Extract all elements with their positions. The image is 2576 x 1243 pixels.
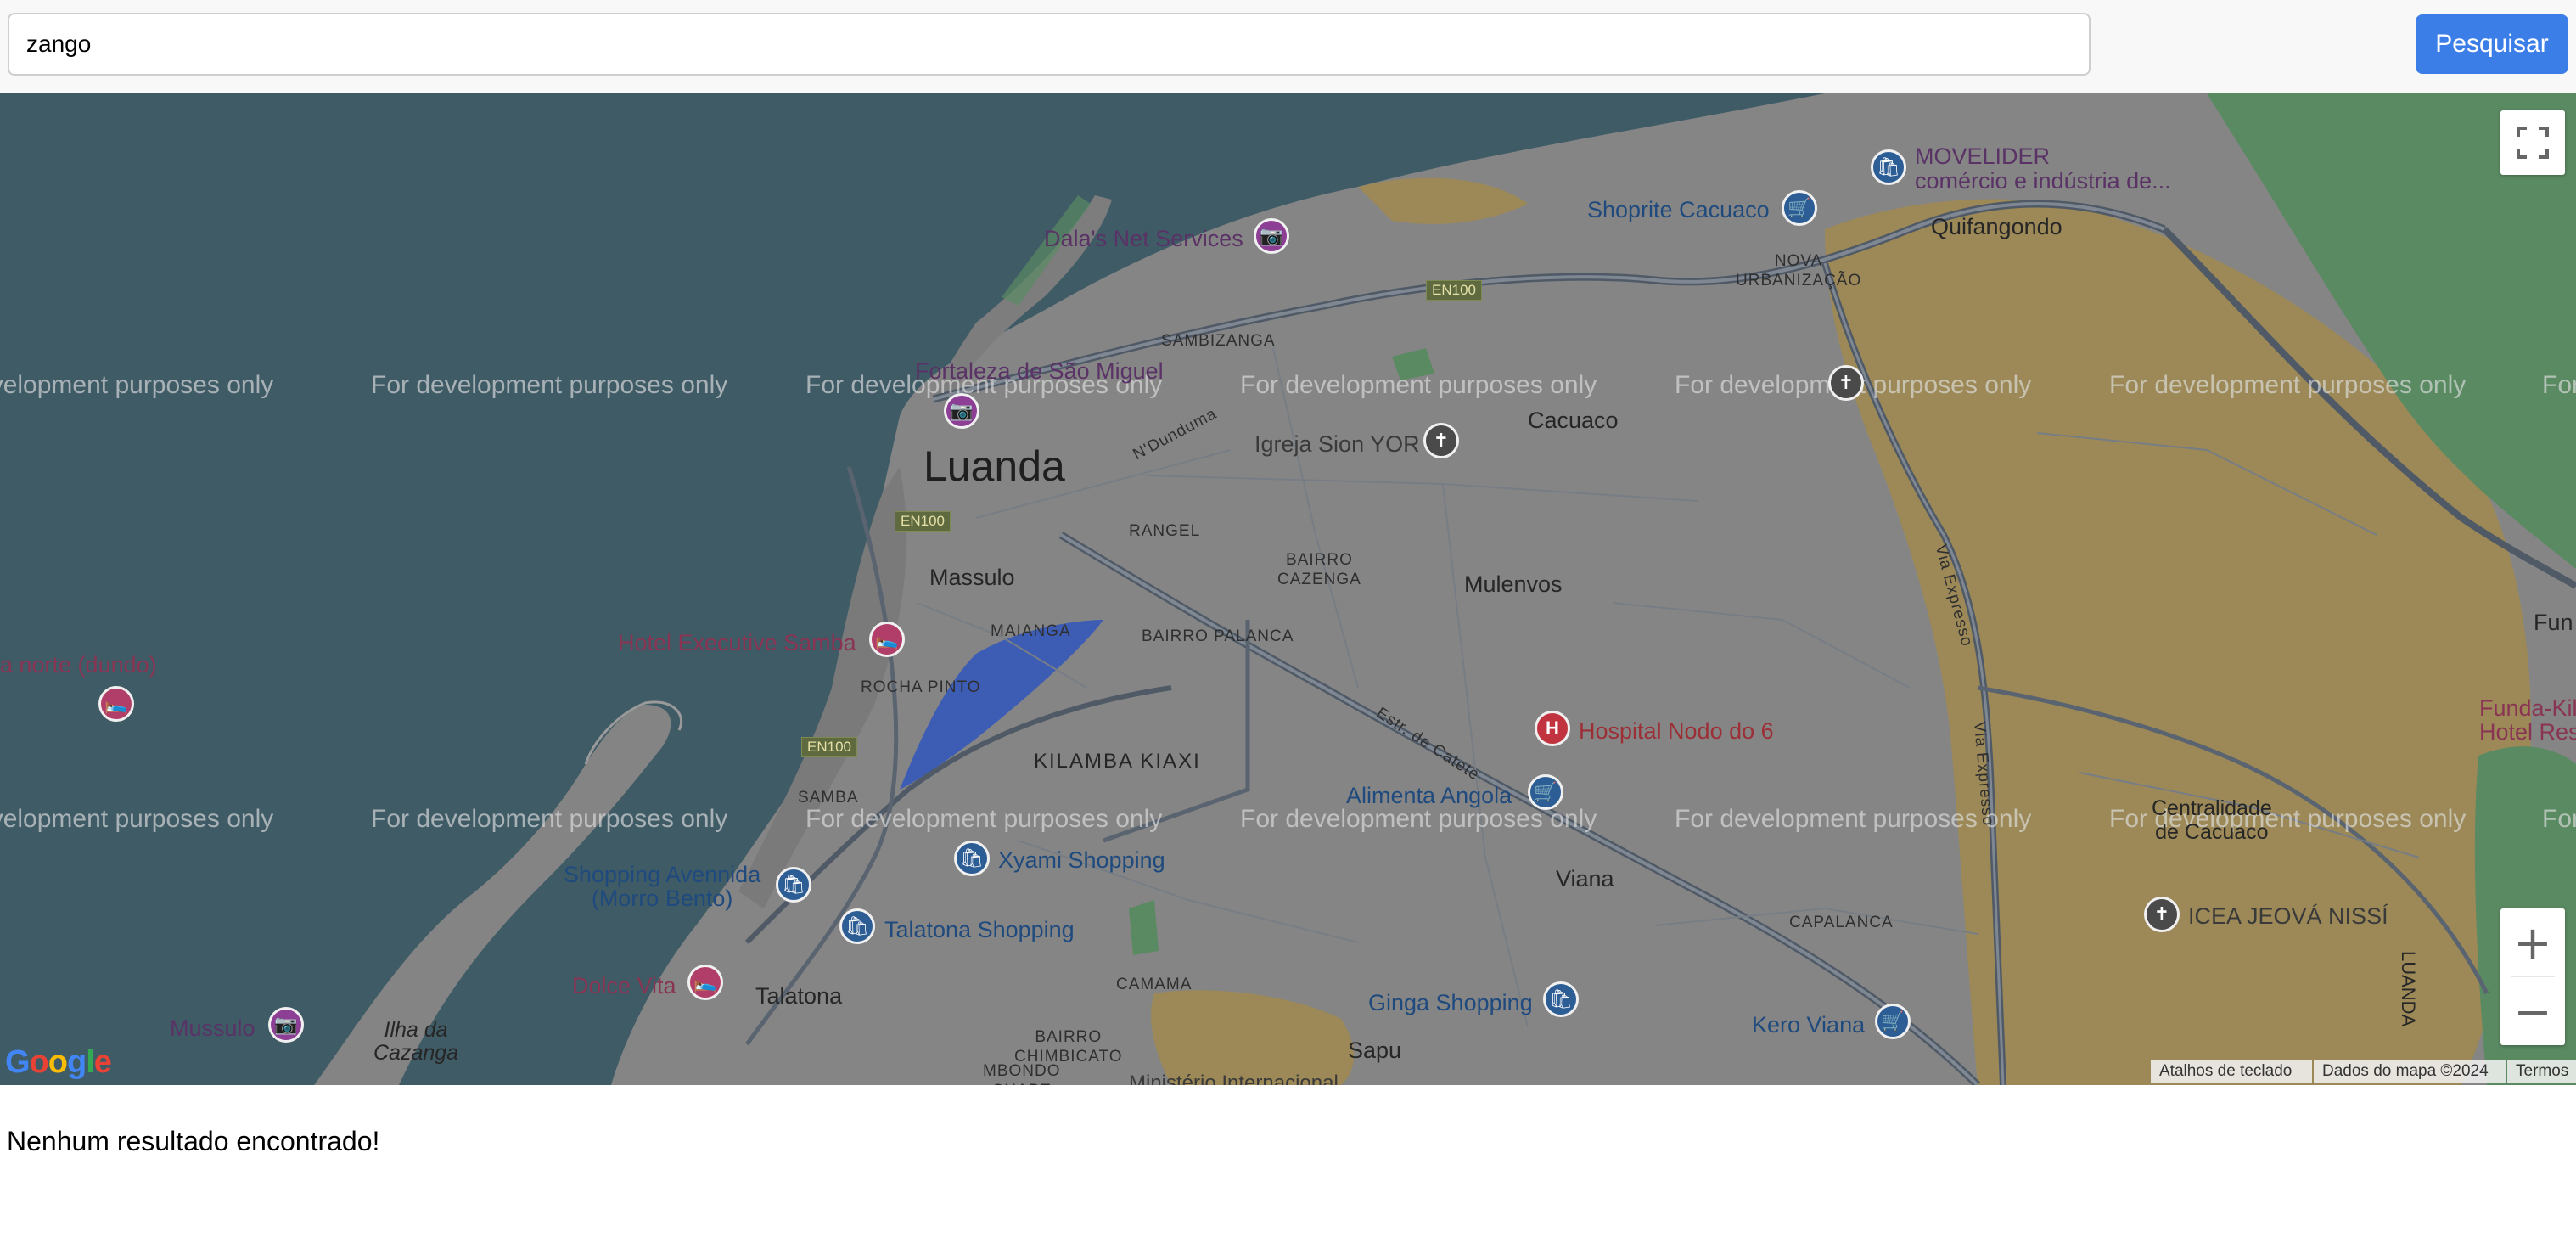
area-label-sambizanga: SAMBIZANGA <box>1161 332 1276 350</box>
shop-pin-icon[interactable]: 🛒 <box>1528 774 1563 810</box>
city-label-cacuaco: Cacuaco <box>1528 408 1619 433</box>
google-logo: Google <box>5 1044 112 1080</box>
poi-label-alimenta[interactable]: Alimenta Angola <box>1346 783 1512 809</box>
area-label-capalanca: CAPALANCA <box>1789 914 1894 931</box>
shop-pin-icon[interactable]: 🛍 <box>839 908 875 944</box>
road-shield-en100: EN100 <box>895 511 951 532</box>
shop-pin-icon[interactable]: 🛒 <box>1782 190 1817 226</box>
area-label-maianga: MAIANGA <box>991 622 1071 640</box>
zoom-out-button[interactable]: − <box>2500 977 2565 1045</box>
area-label-rocha-pinto: ROCHA PINTO <box>861 678 981 696</box>
hospital-pin-icon[interactable]: H <box>1535 711 1570 746</box>
result-message: Nenhum resultado encontrado! <box>7 1126 380 1156</box>
watermark: For development purposes only <box>371 371 728 399</box>
zoom-in-button[interactable]: + <box>2500 908 2565 976</box>
shop-pin-icon[interactable]: 🛍 <box>1871 149 1906 185</box>
area-label-mbondo-chape: MBONDO CHAPE <box>983 1062 1061 1085</box>
fullscreen-button[interactable] <box>2500 110 2565 175</box>
poi-label-movelider[interactable]: MOVELIDER comércio e indústria de... <box>1915 144 2171 194</box>
area-label-samba: SAMBA <box>798 789 859 807</box>
watermark: For development purposes only <box>2109 371 2467 399</box>
city-label-massulo: Massulo <box>929 565 1015 590</box>
search-input[interactable] <box>8 13 2091 76</box>
watermark: For development purposes only <box>2542 805 2576 833</box>
shop-pin-icon[interactable]: 🛍 <box>776 867 811 903</box>
hotel-pin-icon[interactable]: 🛌 <box>869 622 905 657</box>
poi-label-ministerio[interactable]: Ministério Internacional <box>1129 1071 1339 1085</box>
church-pin-icon[interactable]: ✝ <box>1828 365 1864 401</box>
watermark: For development purposes only <box>2542 371 2576 399</box>
church-pin-icon[interactable]: ✝ <box>2144 897 2180 932</box>
road-shield-en100: EN100 <box>801 737 857 757</box>
city-label-quifangondo: Quifangondo <box>1931 214 2062 239</box>
area-label-rangel: RANGEL <box>1129 522 1201 540</box>
watermark: For development purposes only <box>0 371 274 399</box>
city-label-centralidade: Centralidade de Cacuaco <box>2152 796 2272 844</box>
city-label-fun: Fun <box>2534 610 2573 635</box>
poi-label-xyami[interactable]: Xyami Shopping <box>998 847 1165 874</box>
photo-pin-icon[interactable]: 📷 <box>944 393 979 429</box>
attribution-shortcuts[interactable]: Atalhos de teclado <box>2151 1060 2312 1083</box>
fullscreen-icon <box>2517 127 2549 159</box>
zoom-control: + − <box>2500 908 2565 1045</box>
poi-label-igreja[interactable]: Igreja Sion YOR <box>1254 431 1420 458</box>
city-label-viana: Viana <box>1556 866 1614 891</box>
hotel-pin-icon[interactable]: 🛌 <box>687 965 723 1000</box>
city-label-luanda: Luanda <box>923 442 1065 490</box>
hotel-pin-icon[interactable]: 🛌 <box>98 686 134 722</box>
poi-label-funda-kilun[interactable]: Funda-Kilun Hotel Restaura <box>2479 696 2576 744</box>
watermark: For development purposes only <box>371 805 728 833</box>
poi-label-norte[interactable]: a norte (dundo) <box>0 652 157 678</box>
watermark: For development purposes only <box>805 805 1163 833</box>
search-bar: Pesquisar <box>0 0 2576 93</box>
poi-label-mussulo[interactable]: Mussulo <box>170 1015 255 1042</box>
area-label-bairro-palanca: BAIRRO PALANCA <box>1142 627 1294 645</box>
watermark: For development purposes only <box>0 805 274 833</box>
poi-label-kero-viana[interactable]: Kero Viana <box>1752 1012 1865 1038</box>
area-label-kilamba-kiaxi: KILAMBA KIAXI <box>1034 750 1201 773</box>
city-label-talatona: Talatona <box>755 983 843 1009</box>
poi-label-ginga[interactable]: Ginga Shopping <box>1368 990 1533 1016</box>
poi-label-talatona-shopping[interactable]: Talatona Shopping <box>884 917 1075 943</box>
watermark: For development purposes only <box>1240 371 1597 399</box>
attribution-terms[interactable]: Termos <box>2507 1060 2576 1083</box>
city-label-ilha-cazanga: Ilha da Cazanga <box>373 1018 459 1065</box>
road-shield-en100: EN100 <box>1426 280 1482 301</box>
poi-label-avennida[interactable]: Shopping Avennida (Morro Bento) <box>564 863 760 910</box>
poi-label-fortaleza[interactable]: Fortaleza de São Miguel <box>915 358 1164 385</box>
poi-label-icea[interactable]: ICEA JEOVÁ NISSÍ <box>2188 903 2388 930</box>
photo-pin-icon[interactable]: 📷 <box>268 1007 304 1043</box>
poi-label-dalas[interactable]: Dala's Net Services <box>1044 226 1243 252</box>
area-label-nova-urbanizacao: NOVA URBANIZAÇÃO <box>1736 252 1862 290</box>
search-button[interactable]: Pesquisar <box>2416 14 2568 74</box>
church-pin-icon[interactable]: ✝ <box>1423 423 1459 458</box>
poi-label-shoprite[interactable]: Shoprite Cacuaco <box>1587 197 1770 223</box>
poi-label-hospital[interactable]: Hospital Nodo do 6 <box>1579 718 1774 745</box>
city-label-sapu: Sapu <box>1348 1038 1402 1063</box>
city-label-mulenvos: Mulenvos <box>1464 571 1563 597</box>
shop-pin-icon[interactable]: 🛍 <box>1543 981 1579 1017</box>
area-label-bairro-cazenga: BAIRRO CAZENGA <box>1277 551 1361 588</box>
poi-label-hotel-samba[interactable]: Hotel Executive Samba <box>618 630 856 656</box>
area-label-camama: CAMAMA <box>1116 976 1193 993</box>
area-label-luanda-province: LUANDA <box>2398 951 2419 1027</box>
map-canvas[interactable]: For development purposes only For develo… <box>0 93 2576 1085</box>
shop-pin-icon[interactable]: 🛍 <box>954 841 990 876</box>
shop-pin-icon[interactable]: 🛒 <box>1875 1004 1911 1039</box>
attribution-map-data: Dados do mapa ©2024 <box>2314 1060 2506 1083</box>
photo-pin-icon[interactable]: 📷 <box>1254 218 1289 254</box>
poi-label-dolce-vita[interactable]: Dolce Vita <box>572 973 676 999</box>
